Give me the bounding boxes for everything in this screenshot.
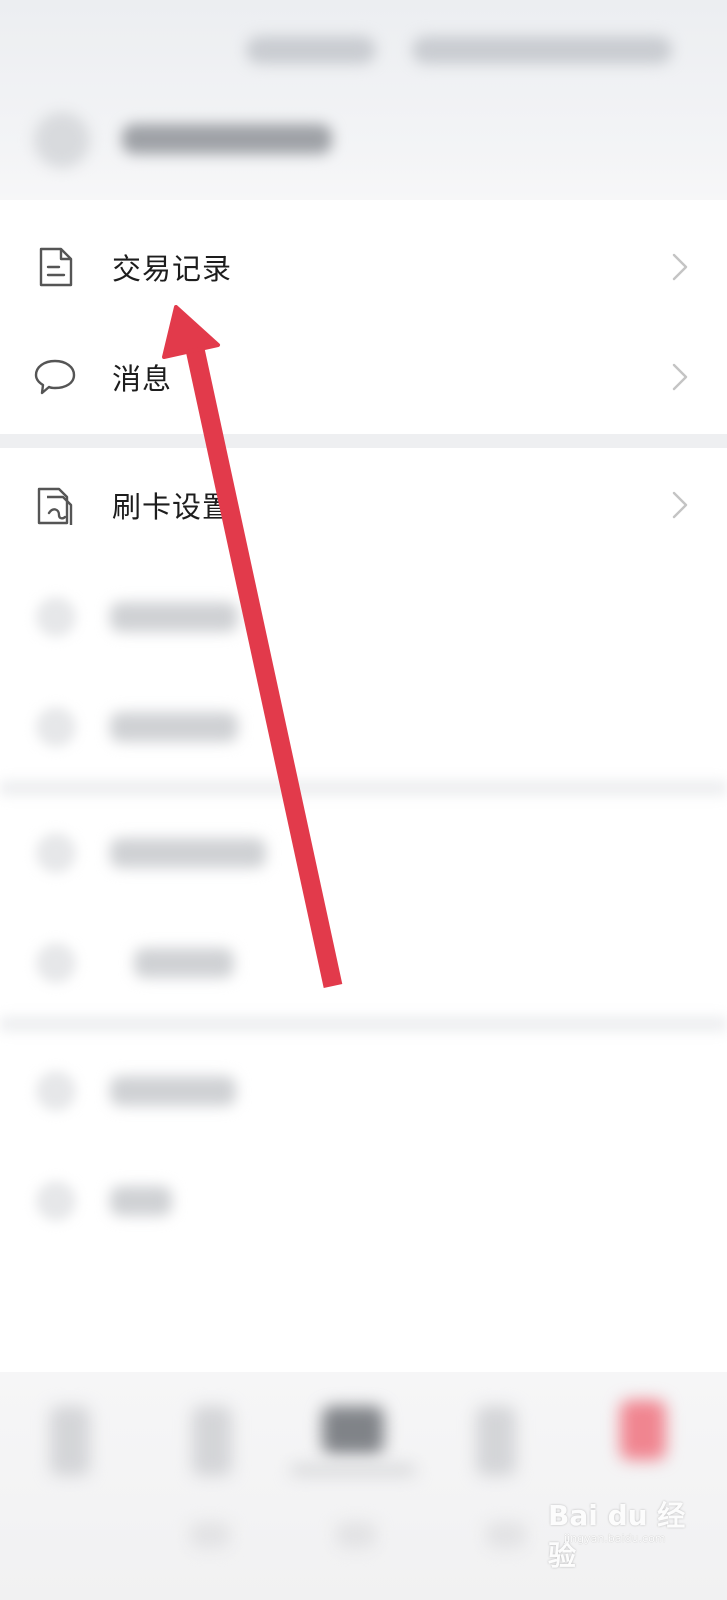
menu-item-card-settings[interactable]: 刷卡设置 [0,450,727,560]
user-name[interactable] [122,124,332,154]
blurred-icon [36,943,76,983]
menu-item-label: 交易记录 [112,252,233,286]
blurred-icon [36,707,76,747]
tab-icon[interactable] [192,1406,232,1476]
blurred-label [110,1186,172,1216]
section-divider [0,1016,727,1032]
menu-item-blurred[interactable] [0,908,727,1018]
card-document-icon [37,487,73,525]
watermark-url: jingyan.baidu.com [564,1532,666,1545]
blurred-label [110,1076,236,1106]
home-indicator [190,1522,230,1548]
avatar[interactable] [34,112,90,168]
blurred-icon [36,597,76,637]
menu-item-blurred[interactable] [0,798,727,908]
home-indicator [336,1522,376,1548]
menu-item-blurred[interactable] [0,562,727,672]
blurred-icon [36,833,76,873]
section-divider [0,434,727,448]
baidu-watermark: Bai du 经验 jingyan.baidu.com [548,1494,698,1572]
profile-header [0,0,727,200]
menu-item-blurred[interactable] [0,1146,727,1256]
header-action-button[interactable] [246,36,376,64]
menu-item-transaction-records[interactable]: 交易记录 [0,212,727,322]
chevron-right-icon [672,491,688,519]
home-indicator [486,1522,526,1548]
header-action-button[interactable] [412,36,672,64]
blurred-label [110,602,238,632]
chat-bubble-icon [34,359,76,395]
blurred-label [110,712,238,742]
menu-item-messages[interactable]: 消息 [0,322,727,432]
menu-item-blurred[interactable] [0,672,727,782]
chevron-right-icon [672,363,688,391]
tab-icon[interactable] [50,1406,90,1476]
menu-item-blurred[interactable] [0,1036,727,1146]
menu-item-label: 消息 [112,362,173,396]
tab-label [290,1464,416,1476]
tab-icon[interactable] [476,1406,516,1476]
menu-item-label: 刷卡设置 [112,490,233,524]
blurred-icon [36,1181,76,1221]
section-divider [0,780,727,796]
blurred-label [110,838,266,868]
blurred-label [134,948,234,978]
tab-icon[interactable] [322,1406,384,1454]
chevron-right-icon [672,253,688,281]
blurred-icon [36,1071,76,1111]
tab-icon-active[interactable] [620,1400,666,1460]
document-icon [39,247,73,287]
